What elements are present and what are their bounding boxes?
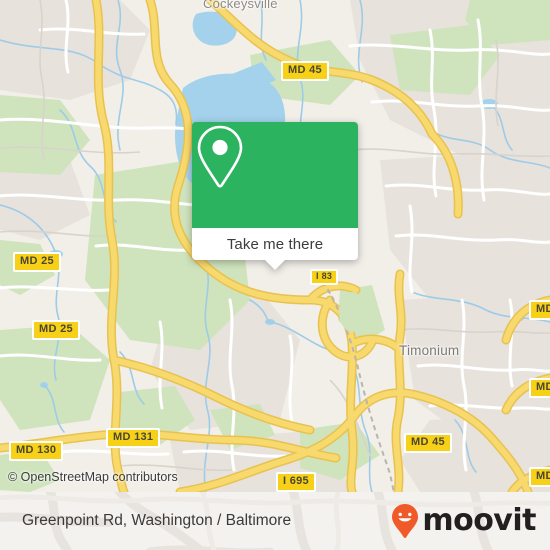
osm-attribution[interactable]: © OpenStreetMap contributors [8,470,178,484]
callout-tail [264,259,286,270]
location-callout-card[interactable]: Take me there [192,122,358,270]
place-label-timonium: Timonium [399,343,460,358]
moovit-logo[interactable]: moovit [390,503,536,539]
shield-md-45-north: MD 45 [281,61,329,81]
shield-md-25-lower: MD 25 [32,320,80,340]
callout-icon-area [192,122,358,228]
moovit-smiley-pin-icon [390,503,420,539]
shield-md-right-2: MD [529,378,550,398]
shield-i-695: I 695 [276,472,316,492]
shield-i-83: I 83 [310,269,339,285]
shield-md-131: MD 131 [106,428,161,448]
moovit-wordmark: moovit [422,503,536,538]
shield-md-right-3: MD [529,467,550,487]
moovit-map-screen: Cockeysville Timonium MD 45 MD 25 MD 25 … [0,0,550,550]
footer-address: Greenpoint Rd, Washington / Baltimore [22,512,292,529]
shield-md-25-upper: MD 25 [13,252,61,272]
take-me-there-label: Take me there [226,235,324,253]
shield-md-right-1: MD [529,300,550,320]
shield-md-45-south: MD 45 [404,433,452,453]
place-label-cockeysville: Cockeysville [203,0,278,11]
footer-bar: Greenpoint Rd, Washington / Baltimore mo… [0,492,550,550]
shield-md-130: MD 130 [9,441,64,461]
map-canvas[interactable]: Cockeysville Timonium MD 45 MD 25 MD 25 … [0,0,550,492]
callout-action-area[interactable]: Take me there [192,228,358,270]
